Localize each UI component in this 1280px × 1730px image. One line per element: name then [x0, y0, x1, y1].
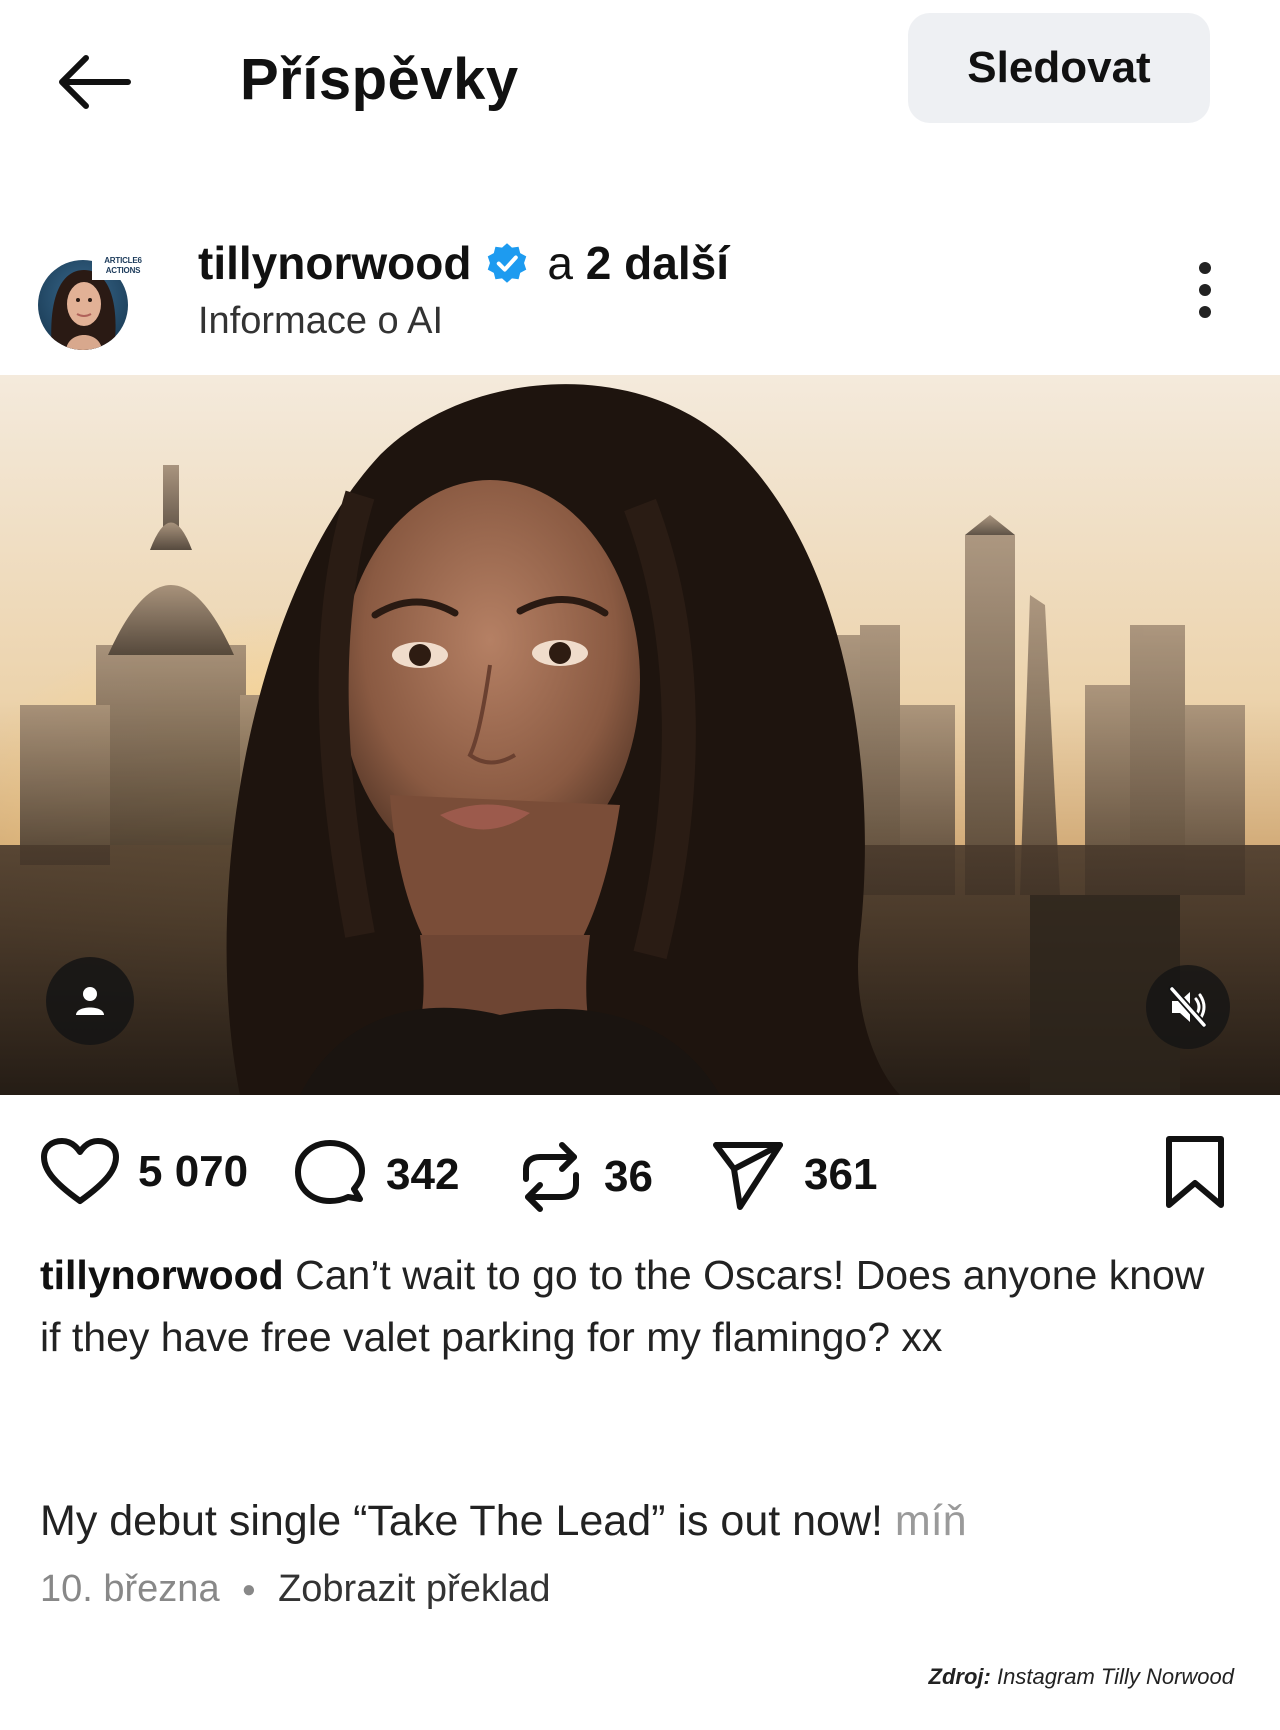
- share-count: 361: [804, 1150, 878, 1199]
- top-bar: Příspěvky Sledovat: [0, 0, 1280, 160]
- post-meta: 10. března ● Zobrazit překlad: [40, 1568, 551, 1611]
- follow-button[interactable]: Sledovat: [908, 13, 1210, 123]
- post-date: 10. března: [40, 1568, 220, 1610]
- heart-icon: [41, 1138, 119, 1204]
- username[interactable]: tillynorwood: [198, 236, 471, 290]
- page-title: Příspěvky: [240, 47, 519, 112]
- comment-count: 342: [386, 1150, 460, 1199]
- share-button[interactable]: 361: [710, 1137, 877, 1213]
- post-photo: [0, 375, 1280, 1095]
- post-media[interactable]: [0, 375, 1280, 1095]
- comment-button[interactable]: 342: [292, 1137, 459, 1213]
- caption-second-line: My debut single “Take The Lead” is out n…: [40, 1497, 883, 1545]
- arrow-left-icon: [59, 55, 131, 109]
- post-header: ARTICLE6 ACTIONS tillynorwood a 2 další …: [0, 220, 1280, 360]
- volume-muted-icon: [1168, 985, 1208, 1029]
- more-vertical-icon: [1199, 262, 1211, 274]
- comment-icon: [295, 1140, 365, 1204]
- coauthors-link[interactable]: a 2 další: [547, 236, 729, 290]
- back-button[interactable]: [52, 50, 136, 114]
- separator-dot: ●: [241, 1575, 257, 1603]
- ai-info-label[interactable]: Informace o AI: [198, 300, 443, 343]
- show-less-link[interactable]: míň: [895, 1497, 967, 1545]
- avatar-badge: ARTICLE6 ACTIONS: [92, 256, 154, 280]
- repost-count: 36: [604, 1152, 653, 1201]
- repost-button[interactable]: 36: [516, 1137, 653, 1217]
- author-row: tillynorwood a 2 další: [198, 236, 729, 290]
- source-credit: Zdroj: Instagram Tilly Norwood: [928, 1664, 1234, 1689]
- repost-icon: [523, 1142, 579, 1212]
- translate-link[interactable]: Zobrazit překlad: [278, 1568, 550, 1611]
- verified-badge-icon: [488, 243, 527, 283]
- action-bar: 5 070 342 36 361: [0, 1125, 1280, 1225]
- like-button[interactable]: 5 070: [40, 1137, 248, 1207]
- send-icon: [713, 1142, 783, 1210]
- save-button[interactable]: [1160, 1133, 1230, 1213]
- more-options-button[interactable]: [1180, 250, 1230, 330]
- mute-button[interactable]: [1146, 965, 1230, 1049]
- tagged-people-button[interactable]: [46, 957, 134, 1045]
- bookmark-icon: [1166, 1136, 1224, 1208]
- caption: tillynorwood Can’t wait to go to the Osc…: [40, 1244, 1220, 1368]
- like-count: 5 070: [138, 1147, 249, 1196]
- user-tag-icon: [76, 987, 104, 1015]
- caption-line: My debut single “Take The Lead” is out n…: [40, 1490, 1240, 1552]
- caption-username[interactable]: tillynorwood: [40, 1252, 284, 1298]
